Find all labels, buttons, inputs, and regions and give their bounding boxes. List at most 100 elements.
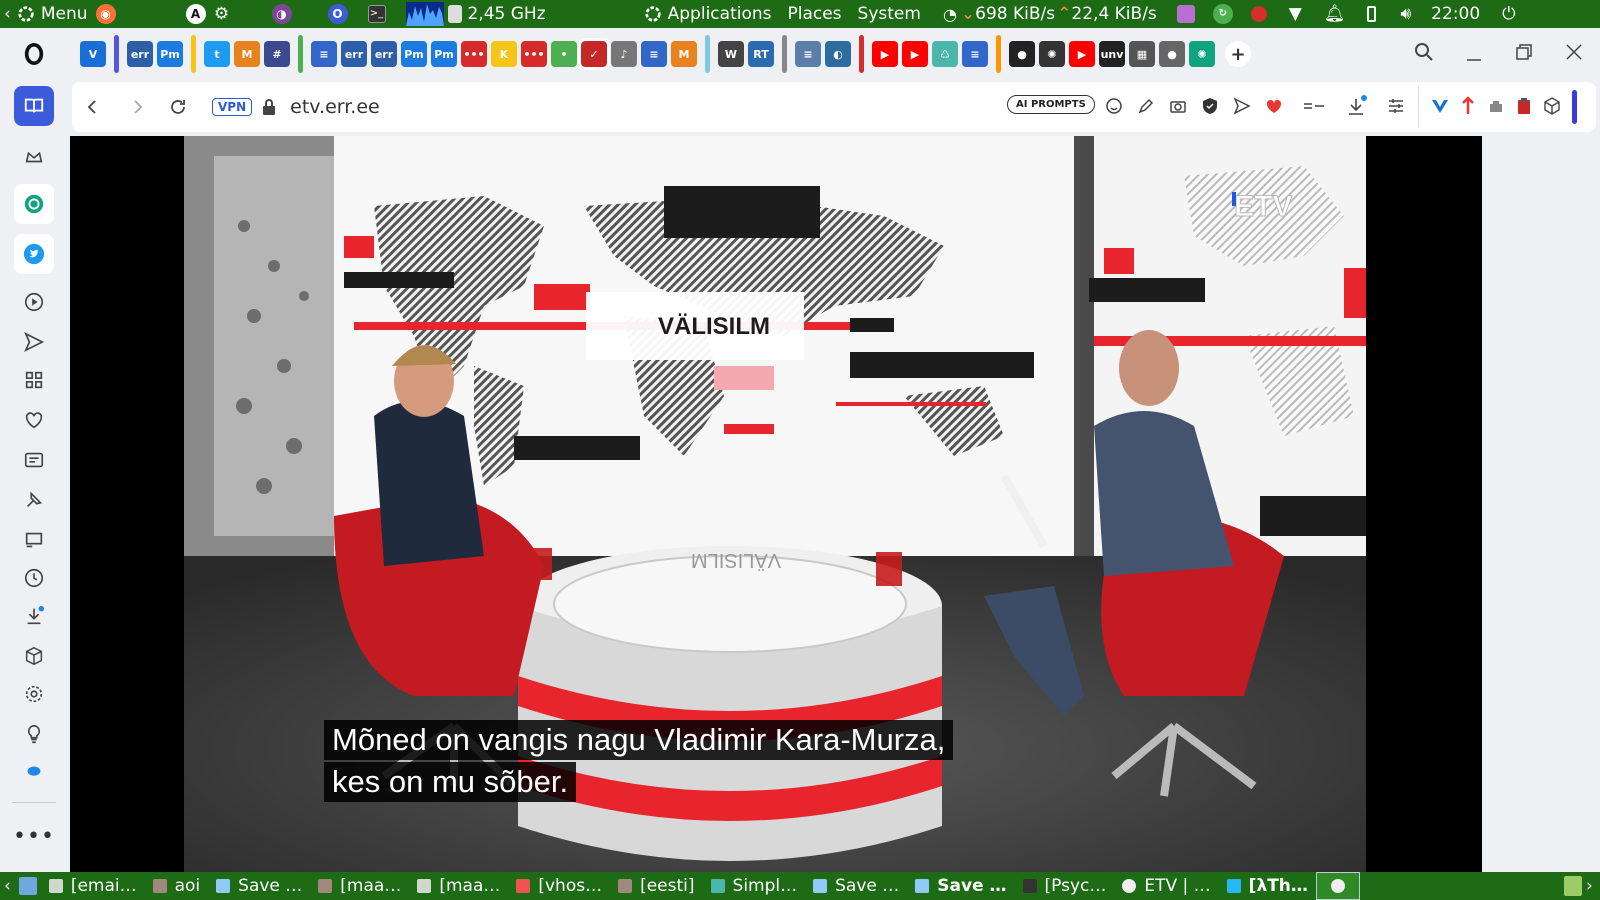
- tab-23[interactable]: ▶: [872, 41, 898, 67]
- tab-27[interactable]: ●: [1009, 41, 1035, 67]
- extension-red-button[interactable]: [1456, 94, 1480, 118]
- taskbar-window-7[interactable]: Simpl…: [703, 872, 806, 900]
- tab-12[interactable]: K: [491, 41, 517, 67]
- sidebar-extensions[interactable]: [14, 636, 54, 676]
- sidebar-messenger[interactable]: [14, 752, 54, 792]
- opera-menu-button[interactable]: [14, 34, 54, 74]
- taskbar-scroll-left[interactable]: ‹: [0, 872, 15, 900]
- panel-scroll-left-icon[interactable]: ‹: [4, 0, 11, 28]
- tab-13[interactable]: •••: [521, 41, 547, 67]
- taskbar-window-13[interactable]: [1315, 872, 1360, 900]
- tray-notifications[interactable]: 🔔︎: [1324, 0, 1346, 28]
- sidebar-tabs[interactable]: [14, 440, 54, 480]
- tor-launcher[interactable]: ◑: [271, 0, 292, 28]
- url-field[interactable]: etv.err.ee: [290, 96, 380, 118]
- vpn-badge[interactable]: VPN: [212, 98, 253, 116]
- sidebar-twitter[interactable]: [14, 234, 54, 274]
- taskbar-window-5[interactable]: [vhos…: [508, 872, 610, 900]
- extension-puzzle-button[interactable]: [1484, 94, 1508, 118]
- tab-14[interactable]: •: [551, 41, 577, 67]
- settings-launcher[interactable]: ⚙: [212, 0, 232, 28]
- tab-21[interactable]: ≡: [795, 41, 821, 67]
- send-page-button[interactable]: [1230, 94, 1254, 118]
- tab-group-separator[interactable]: [996, 35, 1001, 73]
- taskbar-window-11[interactable]: ETV | …: [1114, 872, 1218, 900]
- sidebar-chatgpt[interactable]: [14, 184, 54, 224]
- sidebar-speed-dial[interactable]: [14, 360, 54, 400]
- tab-32[interactable]: ●: [1159, 41, 1185, 67]
- tab-group-separator[interactable]: [298, 35, 303, 73]
- downloads-button[interactable]: [1344, 94, 1368, 118]
- lock-icon[interactable]: [262, 99, 276, 115]
- sidebar-player[interactable]: [14, 282, 54, 322]
- emoji-button[interactable]: [1102, 94, 1126, 118]
- tab-search-button[interactable]: [1412, 40, 1438, 66]
- system-menu[interactable]: System: [858, 0, 921, 28]
- reload-button[interactable]: [158, 87, 198, 127]
- maximize-button[interactable]: [1512, 40, 1538, 66]
- tab-2[interactable]: Pm: [157, 41, 183, 67]
- tray-volume[interactable]: 🔊︎: [1400, 0, 1411, 28]
- tab-8[interactable]: err: [371, 41, 397, 67]
- tray-wifi[interactable]: ▼: [1289, 0, 1302, 28]
- bookmark-heart-button[interactable]: [1262, 94, 1286, 118]
- sidebar-workspace[interactable]: [14, 86, 54, 126]
- show-desktop-button[interactable]: [15, 872, 41, 900]
- tab-10[interactable]: Pm: [431, 41, 457, 67]
- taskbar-window-2[interactable]: Save …: [208, 872, 310, 900]
- tab-group-separator[interactable]: [859, 35, 864, 73]
- taskbar-window-9[interactable]: Save …: [907, 872, 1014, 900]
- tab-group-separator[interactable]: [705, 35, 710, 73]
- easy-setup-button[interactable]: [1302, 94, 1326, 118]
- tab-7[interactable]: err: [341, 41, 367, 67]
- tab-29[interactable]: ▶: [1069, 41, 1095, 67]
- menu-button[interactable]: Menu: [17, 0, 88, 28]
- taskbar-window-12[interactable]: [λTh…: [1219, 872, 1316, 900]
- sidebar-downloads[interactable]: [14, 596, 54, 636]
- tray-app-2[interactable]: ↻: [1212, 0, 1233, 28]
- taskbar-scroll-right[interactable]: ›: [1582, 872, 1597, 900]
- tab-31[interactable]: ▦: [1129, 41, 1155, 67]
- extensions-menu-button[interactable]: [1540, 94, 1564, 118]
- taskbar-window-4[interactable]: [maa…: [409, 872, 508, 900]
- tab-group-separator[interactable]: [782, 35, 787, 73]
- tab-1[interactable]: err: [127, 41, 153, 67]
- sidebar-more-button[interactable]: •••: [13, 816, 54, 856]
- adblock-button[interactable]: [1198, 94, 1222, 118]
- tab-group-separator[interactable]: [191, 35, 196, 73]
- extension-vivaldi-button[interactable]: [1428, 94, 1452, 118]
- sidebar-aria[interactable]: [14, 136, 54, 176]
- tab-3[interactable]: t: [204, 41, 230, 67]
- new-tab-button[interactable]: +: [1225, 41, 1251, 67]
- tab-33[interactable]: ✺: [1189, 41, 1215, 67]
- tab-28[interactable]: ✺: [1039, 41, 1065, 67]
- clock[interactable]: 22:00: [1431, 0, 1480, 28]
- ai-prompts-button[interactable]: AI PROMPTS: [1007, 95, 1095, 114]
- taskbar-window-8[interactable]: Save …: [805, 872, 907, 900]
- taskbar-window-0[interactable]: [emai…: [41, 872, 145, 900]
- back-button[interactable]: [72, 87, 112, 127]
- taskbar-window-1[interactable]: aoi: [145, 872, 209, 900]
- taskbar-window-10[interactable]: [Psyc…: [1015, 872, 1115, 900]
- power-button[interactable]: ⏻: [1502, 0, 1515, 28]
- close-button[interactable]: [1562, 40, 1588, 66]
- opera-launcher[interactable]: O: [327, 0, 348, 28]
- settings-sliders-button[interactable]: [1384, 94, 1408, 118]
- tab-18[interactable]: M: [671, 41, 697, 67]
- tab-15[interactable]: ✓: [579, 39, 609, 69]
- tab-11[interactable]: •••: [461, 41, 487, 67]
- tab-24[interactable]: ▶: [902, 41, 928, 67]
- tab-30[interactable]: unv: [1099, 41, 1125, 67]
- tray-battery[interactable]: [1367, 0, 1377, 28]
- tab-6[interactable]: ≡: [311, 41, 337, 67]
- tab-19[interactable]: W: [718, 41, 744, 67]
- sidebar-history[interactable]: [14, 558, 54, 598]
- taskbar-window-3[interactable]: [maa…: [310, 872, 409, 900]
- forward-button[interactable]: [118, 87, 158, 127]
- minimize-button[interactable]: [1462, 40, 1488, 66]
- video-player[interactable]: ETV VÄLISILM VÄLISILM Mõned on vangis na…: [70, 136, 1482, 878]
- sidebar-pinboards[interactable]: [14, 480, 54, 520]
- taskbar-window-6[interactable]: [eesti]: [610, 872, 702, 900]
- tab-group-separator[interactable]: [114, 35, 119, 73]
- tab-20[interactable]: RT: [748, 41, 774, 67]
